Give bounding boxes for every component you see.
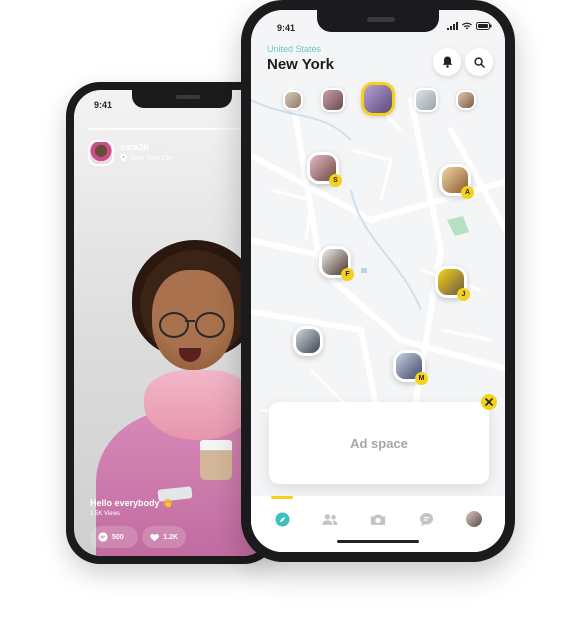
- map-notch: [317, 10, 439, 32]
- story-notch: [132, 90, 232, 108]
- profile-icon: [466, 511, 482, 527]
- signal-icon: [447, 22, 458, 30]
- close-icon: [485, 398, 493, 406]
- comment-icon: [98, 532, 108, 542]
- country-label: United States: [267, 44, 322, 54]
- tab-messages[interactable]: [417, 510, 435, 528]
- map-screen: 9:41 United States New York S A F J M Ad…: [251, 10, 505, 552]
- ad-space-label: Ad space: [350, 435, 408, 451]
- comments-count: 500: [112, 533, 124, 541]
- story-status-time: 9:41: [94, 100, 113, 110]
- story-caption: Hello everybody 👋: [90, 498, 174, 508]
- marker-badge: A: [461, 186, 474, 199]
- coffee-cup: [200, 440, 232, 480]
- story-person-scarf: [144, 370, 252, 440]
- likes-button[interactable]: 1.2K: [142, 526, 186, 548]
- map-status-time: 9:41: [277, 23, 296, 33]
- battery-icon: [476, 22, 492, 30]
- map-marker[interactable]: F: [319, 246, 354, 281]
- tab-people[interactable]: [321, 510, 339, 528]
- story-bubble[interactable]: [283, 90, 303, 110]
- search-button[interactable]: [465, 48, 493, 76]
- notifications-button[interactable]: [433, 48, 461, 76]
- map-marker[interactable]: S: [307, 152, 342, 187]
- map-phone: 9:41 United States New York S A F J M Ad…: [241, 0, 515, 562]
- story-user-avatar[interactable]: [88, 140, 114, 166]
- ad-space-card[interactable]: Ad space: [269, 402, 489, 484]
- location-pin-icon: [120, 154, 127, 162]
- map-marker[interactable]: A: [439, 164, 474, 199]
- comments-button[interactable]: 500: [90, 526, 138, 548]
- chat-icon: [419, 512, 433, 526]
- glasses-left-lens: [159, 312, 189, 338]
- story-bubble[interactable]: [456, 90, 476, 110]
- marker-badge: M: [415, 372, 428, 385]
- story-location-text: New York City: [130, 154, 174, 162]
- story-views: 1.5K Views: [90, 511, 120, 517]
- home-indicator: [337, 540, 419, 543]
- story-bubble[interactable]: [414, 88, 438, 112]
- tab-explore[interactable]: [273, 510, 291, 528]
- story-bubble-active[interactable]: [361, 82, 395, 116]
- story-username[interactable]: sara3li: [120, 142, 149, 152]
- bell-icon: [442, 56, 452, 68]
- active-tab-indicator: [271, 496, 293, 499]
- glasses-bridge: [185, 320, 195, 322]
- map-marker[interactable]: J: [435, 266, 470, 301]
- glasses-right-lens: [195, 312, 225, 338]
- story-bubble[interactable]: [321, 88, 345, 112]
- search-icon: [473, 56, 485, 68]
- status-icons: [447, 22, 492, 30]
- marker-badge: F: [341, 268, 354, 281]
- ad-close-button[interactable]: [481, 394, 497, 410]
- wifi-icon: [462, 22, 472, 30]
- story-location: New York City: [120, 154, 174, 162]
- likes-count: 1.2K: [163, 533, 178, 541]
- story-progress-fill: [88, 128, 219, 130]
- marker-badge: J: [457, 288, 470, 301]
- tab-profile[interactable]: [465, 510, 483, 528]
- compass-icon: [274, 511, 290, 527]
- people-icon: [322, 513, 338, 525]
- marker-badge: S: [329, 174, 342, 187]
- story-post-age: 1h: [156, 142, 167, 152]
- map-marker[interactable]: M: [393, 350, 428, 385]
- city-title: New York: [267, 56, 334, 73]
- tab-camera[interactable]: [369, 510, 387, 528]
- map-marker[interactable]: [293, 326, 323, 356]
- heart-icon: [150, 533, 159, 541]
- camera-icon: [370, 514, 386, 525]
